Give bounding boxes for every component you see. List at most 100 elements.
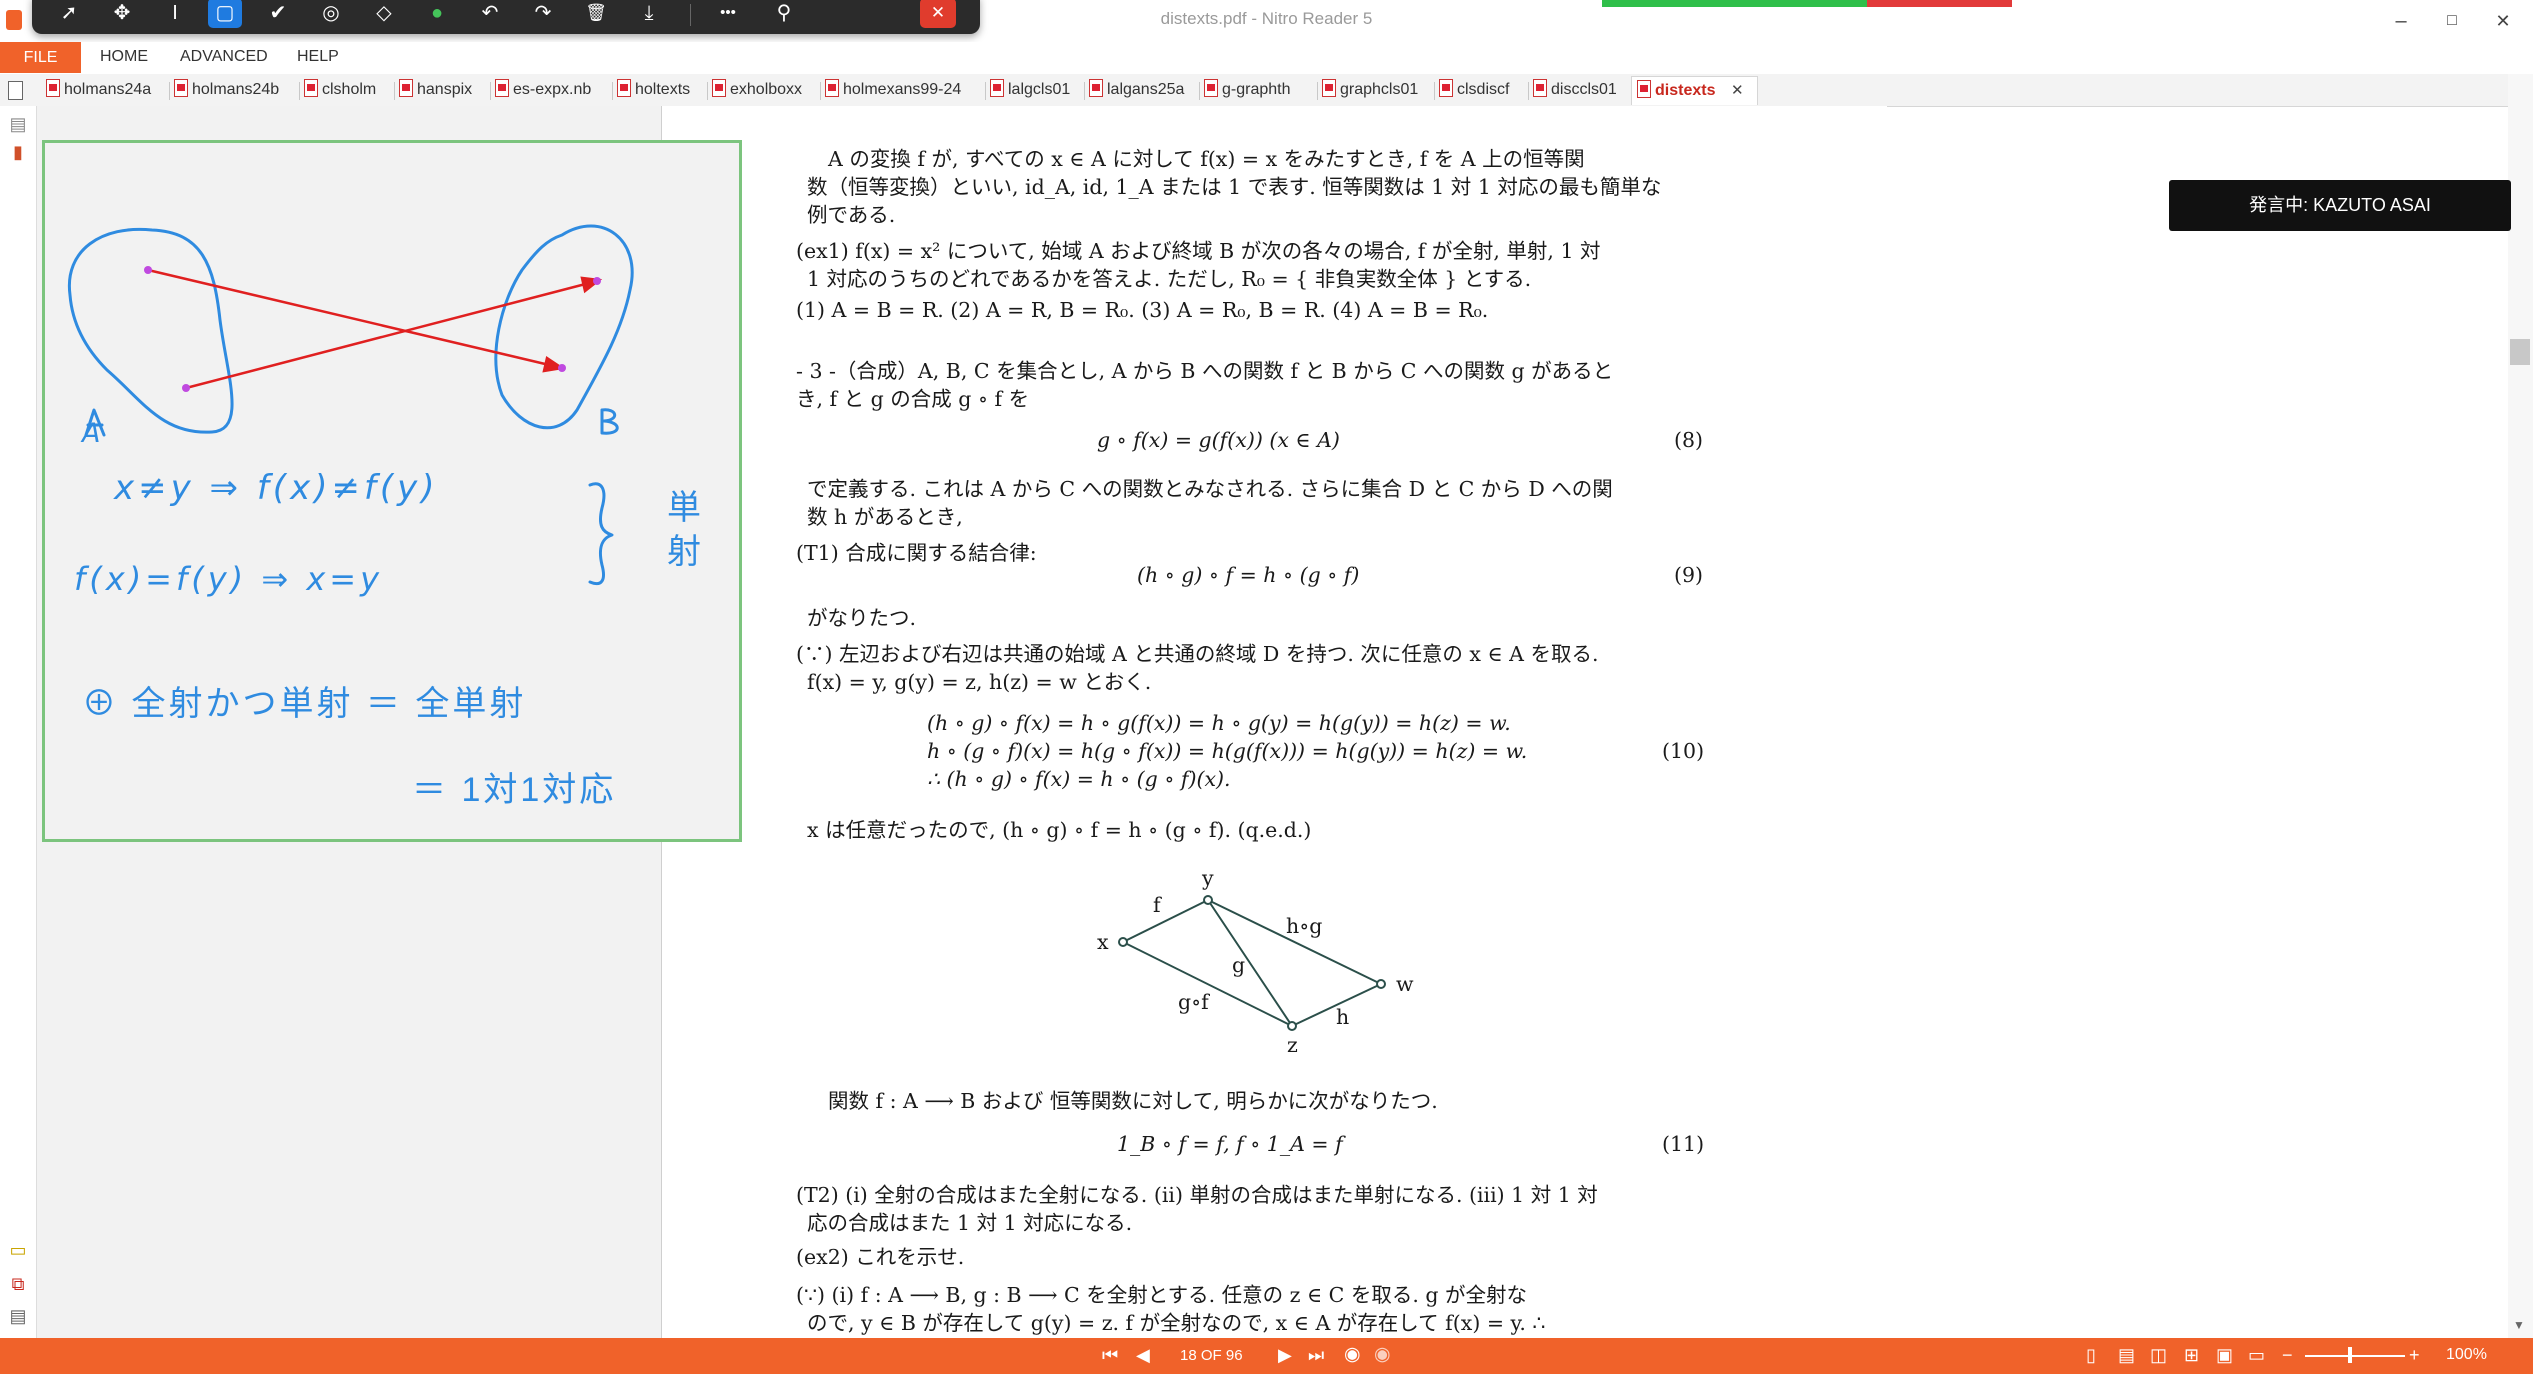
menu-file[interactable]: FILE — [0, 42, 81, 73]
diagram-label-h: h — [1336, 1005, 1350, 1029]
green-color-icon[interactable]: ● — [420, 0, 454, 28]
eraser-icon[interactable]: ◇ — [367, 0, 401, 28]
node-y — [1203, 895, 1213, 905]
zoom-in-button[interactable]: + — [2409, 1342, 2420, 1368]
doc-eqno-10: (10) — [1662, 739, 1705, 763]
point-b1 — [593, 277, 601, 285]
comments-icon[interactable]: ▭ — [8, 1240, 28, 1260]
select-arrow-icon[interactable]: ➚ — [52, 0, 86, 28]
tab-holmans24a[interactable]: holmans24a — [46, 76, 151, 104]
left-rail: ▤ ▮ ▭ ⧉ ▤ — [0, 106, 37, 1338]
doc-para-holds: がなりたつ. — [807, 606, 917, 630]
zoom-level[interactable]: 100% — [2446, 1342, 2487, 1368]
doc-ex2: (ex2) これを示せ. — [796, 1245, 965, 1269]
node-z — [1287, 1021, 1297, 1031]
tab-exholboxx[interactable]: exholboxx — [712, 76, 802, 104]
output-icon[interactable]: ▤ — [8, 1306, 28, 1326]
tab-clsholm[interactable]: clsholm — [304, 76, 376, 104]
move-icon[interactable]: ✥ — [105, 0, 139, 28]
pdf-file-icon — [1439, 79, 1453, 97]
doc-para-composition-1: で定義する. これは A から C への関数とみなされる. さらに集合 D と … — [807, 477, 1613, 501]
tab-holmexans99-24[interactable]: holmexans99-24 — [825, 76, 961, 104]
download-icon[interactable]: ⤓ — [632, 0, 666, 28]
minimize-button[interactable]: – — [2381, 6, 2421, 36]
whiteboard-label-a: A — [82, 418, 101, 449]
facing-view-icon[interactable]: ◫ — [2150, 1342, 2167, 1368]
menu-advanced[interactable]: ADVANCED — [180, 48, 268, 66]
tab-disccls01[interactable]: disccls01 — [1533, 76, 1617, 104]
doc-eqno-9: (9) — [1674, 563, 1704, 587]
rectangle-icon[interactable]: ▢ — [208, 0, 242, 28]
previous-view-icon[interactable]: ◉ — [1344, 1342, 1361, 1368]
zoom-slider-track[interactable] — [2305, 1355, 2405, 1357]
next-view-icon[interactable]: ◉ — [1374, 1342, 1391, 1368]
arrow-a-to-b-upper — [185, 279, 598, 390]
menu-help[interactable]: HELP — [297, 48, 339, 66]
pdf-file-icon — [304, 79, 318, 97]
attachments-icon[interactable]: ⧉ — [8, 1274, 28, 1294]
pdf-file-icon — [399, 79, 413, 97]
tab-clsdiscf[interactable]: clsdiscf — [1439, 76, 1509, 104]
tab-lalgcls01[interactable]: lalgcls01 — [990, 76, 1070, 104]
text-cursor-icon[interactable]: I — [158, 0, 192, 28]
pages-icon[interactable]: ▮ — [8, 142, 28, 162]
page-view-icon[interactable] — [8, 81, 23, 100]
last-page-icon[interactable]: ⏭ — [1308, 1342, 1324, 1368]
fit-page-icon[interactable]: ▣ — [2216, 1342, 2233, 1368]
page-counter[interactable]: 18 OF 96 — [1180, 1343, 1243, 1369]
doc-section3-1: - 3 -（合成）A, B, C を集合とし, A から B への関数 f と … — [796, 359, 1614, 383]
facing-continuous-view-icon[interactable]: ⊞ — [2184, 1342, 2199, 1368]
doc-equation-10b: h ∘ (g ∘ f)(x) = h(g ∘ f(x)) = h(g(f(x))… — [927, 739, 1528, 763]
pdf-file-icon — [174, 79, 188, 97]
fit-width-icon[interactable]: ▭ — [2248, 1342, 2265, 1368]
delete-icon[interactable]: 🗑 — [579, 0, 613, 28]
tab-g-graphth[interactable]: g-graphth — [1204, 76, 1291, 104]
tab-lalgans25a[interactable]: lalgans25a — [1089, 76, 1184, 104]
scroll-down-arrow-icon[interactable]: ▼ — [2513, 1318, 2525, 1332]
recording-indicator-red — [1867, 0, 2012, 7]
more-icon[interactable]: ••• — [711, 0, 745, 28]
bookmarks-icon[interactable]: ▤ — [8, 114, 28, 134]
restore-button[interactable]: □ — [2432, 6, 2472, 36]
ink-injective-definition: x≠y ⇒ f(x)≠f(y) — [114, 468, 439, 508]
tab-es-expx[interactable]: es-expx.nb — [495, 76, 591, 104]
doc-ex1-1: (ex1) f(x) = x² について, 始域 A および終域 B が次の各々… — [796, 239, 1601, 263]
composition-diagram — [1118, 895, 1386, 1031]
close-icon[interactable]: ✕ — [920, 0, 956, 28]
tab-distexts[interactable]: distexts ✕ — [1631, 76, 1758, 105]
first-page-icon[interactable]: ⏮ — [1102, 1342, 1118, 1368]
stamp-icon[interactable]: ◎ — [314, 0, 348, 28]
pdf-file-icon — [825, 79, 839, 97]
tab-separator — [1528, 82, 1529, 100]
tab-holmans24b[interactable]: holmans24b — [174, 76, 279, 104]
close-window-button[interactable]: ✕ — [2483, 6, 2523, 36]
pdf-file-icon — [1322, 79, 1336, 97]
zoom-slider-handle[interactable] — [2348, 1347, 2352, 1363]
check-icon[interactable]: ✔ — [261, 0, 295, 28]
single-page-view-icon[interactable]: ▯ — [2086, 1342, 2096, 1368]
tab-separator — [299, 82, 300, 100]
zoom-out-button[interactable]: − — [2282, 1342, 2293, 1368]
tab-separator — [490, 82, 491, 100]
point-b2 — [558, 364, 566, 372]
participants-icon[interactable]: ⚲ — [767, 0, 801, 28]
close-tab-icon[interactable]: ✕ — [1731, 77, 1744, 105]
scrollbar-thumb[interactable] — [2510, 339, 2530, 365]
doc-para-identity-2: 数（恒等変換）といい, id_A, id, 1_A または 1 で表す. 恒等関… — [807, 175, 1662, 199]
vertical-scrollbar[interactable] — [2508, 74, 2533, 1338]
next-page-icon[interactable]: ▶ — [1278, 1342, 1292, 1368]
point-a2 — [182, 384, 190, 392]
tab-graphcls01[interactable]: graphcls01 — [1322, 76, 1418, 104]
undo-icon[interactable]: ↶ — [473, 0, 507, 28]
diagram-label-y: y — [1202, 866, 1214, 890]
right-curly-brace — [588, 482, 614, 586]
continuous-view-icon[interactable]: ▤ — [2118, 1342, 2135, 1368]
tab-hanspix[interactable]: hanspix — [399, 76, 472, 104]
redo-icon[interactable]: ↷ — [526, 0, 560, 28]
toolbar-divider — [690, 4, 691, 26]
menu-home[interactable]: HOME — [100, 48, 148, 66]
doc-proof2-2: ので, y ∈ B が存在して g(y) = z. f が全射なので, x ∈ … — [807, 1311, 1546, 1335]
previous-page-icon[interactable]: ◀ — [1136, 1342, 1150, 1368]
doc-equation-10a: (h ∘ g) ∘ f(x) = h ∘ g(f(x)) = h ∘ g(y) … — [927, 711, 1511, 735]
tab-holtexts[interactable]: holtexts — [617, 76, 690, 104]
